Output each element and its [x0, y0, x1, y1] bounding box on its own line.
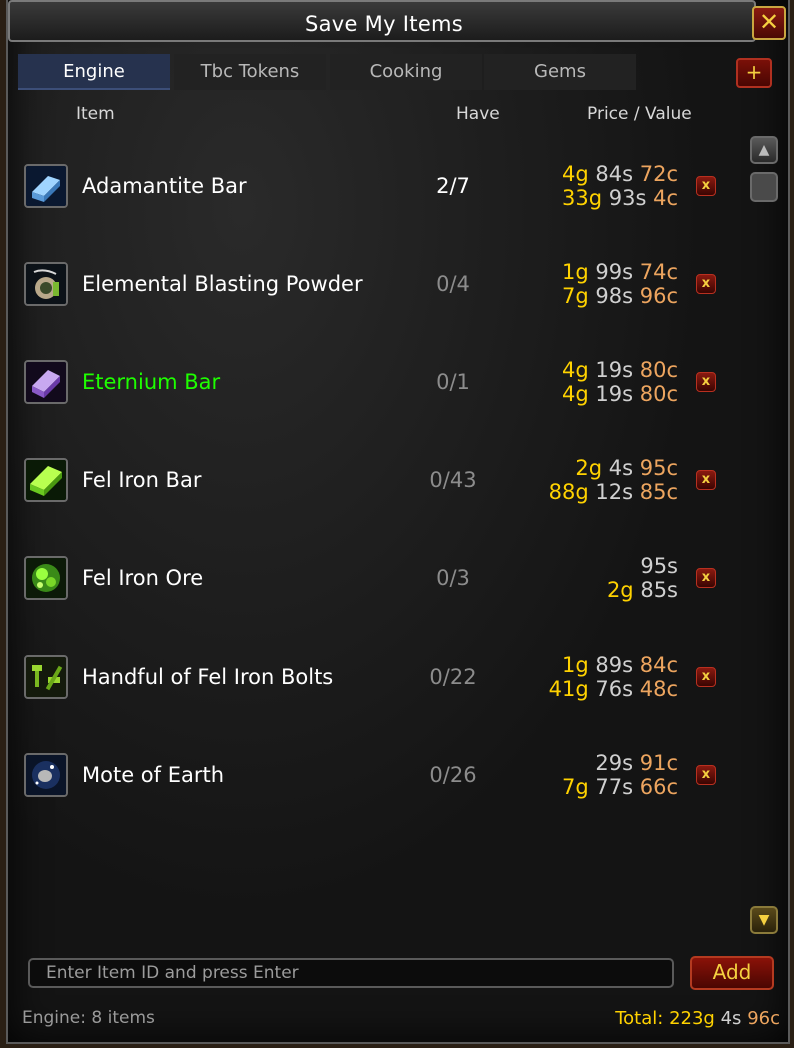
close-icon: x [701, 669, 711, 684]
list-item[interactable]: Fel Iron Bar 0/43 2g 4s 95c 88g 12s 85c … [22, 450, 722, 510]
list-item[interactable]: Eternium Bar 0/1 4g 19s 80c 4g 19s 80c x [22, 352, 722, 412]
item-price: 1g 89s 84c [561, 653, 678, 677]
eternium-bar-icon[interactable] [24, 360, 68, 404]
item-name: Elemental Blasting Powder [82, 272, 363, 296]
item-name: Adamantite Bar [82, 174, 247, 198]
close-icon: x [701, 276, 711, 291]
item-id-input[interactable] [28, 958, 674, 988]
remove-item-button[interactable]: x [696, 470, 716, 490]
scrollbar-thumb[interactable] [750, 172, 778, 202]
item-name: Fel Iron Bar [82, 468, 202, 492]
remove-item-button[interactable]: x [696, 372, 716, 392]
tab-tbc-tokens[interactable]: Tbc Tokens [174, 54, 326, 90]
close-icon: x [701, 374, 711, 389]
add-item-button[interactable]: Add [690, 956, 774, 990]
window-title: Save My Items [304, 12, 464, 36]
item-value: 33g 93s 4c [561, 186, 678, 210]
tab-gems[interactable]: Gems [484, 54, 636, 90]
close-icon: ✕ [758, 8, 780, 36]
blasting-powder-icon[interactable] [24, 262, 68, 306]
fel-iron-ore-icon[interactable] [24, 556, 68, 600]
item-value: 88g 12s 85c [548, 480, 678, 504]
chevron-up-icon: ▲ [758, 142, 770, 158]
adamantite-bar-icon[interactable] [24, 164, 68, 208]
list-item[interactable]: Adamantite Bar 2/7 4g 84s 72c 33g 93s 4c… [22, 156, 722, 216]
status-text: Engine: 8 items [22, 1008, 155, 1028]
column-header-have: Have [456, 104, 500, 124]
add-tab-button[interactable]: + [736, 58, 772, 88]
item-price: 2g 4s 95c [575, 456, 678, 480]
tab-cooking[interactable]: Cooking [330, 54, 482, 90]
close-icon: x [701, 472, 711, 487]
scroll-down-button[interactable]: ▼ [750, 906, 778, 934]
item-value: 7g 98s 96c [561, 284, 678, 308]
list-item[interactable]: Mote of Earth 0/26 29s 91c 7g 77s 66c x [22, 745, 722, 805]
close-icon: x [701, 178, 711, 193]
column-header-item: Item [76, 104, 115, 124]
remove-item-button[interactable]: x [696, 765, 716, 785]
remove-item-button[interactable]: x [696, 667, 716, 687]
title-bar[interactable]: Save My Items [8, 0, 756, 42]
tab-engine[interactable]: Engine [18, 54, 170, 90]
item-value: 2g 85s [606, 578, 678, 602]
close-icon: x [701, 767, 711, 782]
item-price: 95s [640, 554, 678, 578]
remove-item-button[interactable]: x [696, 274, 716, 294]
remove-item-button[interactable]: x [696, 176, 716, 196]
item-price: 4g 19s 80c [561, 358, 678, 382]
list-item[interactable]: Fel Iron Ore 0/3 95s 2g 85s x [22, 548, 722, 608]
column-header-price: Price / Value [587, 104, 692, 124]
close-icon: x [701, 570, 711, 585]
total-value: Total: 223g 4s 96c [615, 1008, 780, 1029]
item-name: Fel Iron Ore [82, 566, 204, 590]
item-name: Eternium Bar [82, 370, 221, 394]
item-value: 41g 76s 48c [548, 677, 678, 701]
remove-item-button[interactable]: x [696, 568, 716, 588]
fel-iron-bar-icon[interactable] [24, 458, 68, 502]
item-name: Handful of Fel Iron Bolts [82, 665, 334, 689]
list-item[interactable]: Elemental Blasting Powder 0/4 1g 99s 74c… [22, 254, 722, 314]
item-value: 7g 77s 66c [561, 775, 678, 799]
close-button[interactable]: ✕ [752, 6, 786, 40]
item-name: Mote of Earth [82, 763, 225, 787]
fel-iron-bolts-icon[interactable] [24, 655, 68, 699]
item-price: 4g 84s 72c [561, 162, 678, 186]
scroll-up-button[interactable]: ▲ [750, 136, 778, 164]
mote-of-earth-icon[interactable] [24, 753, 68, 797]
item-price: 1g 99s 74c [561, 260, 678, 284]
list-item[interactable]: Handful of Fel Iron Bolts 0/22 1g 89s 84… [22, 647, 722, 707]
item-value: 4g 19s 80c [561, 382, 678, 406]
item-price: 29s 91c [595, 751, 678, 775]
plus-icon: + [745, 60, 763, 84]
chevron-down-icon: ▼ [758, 912, 770, 928]
